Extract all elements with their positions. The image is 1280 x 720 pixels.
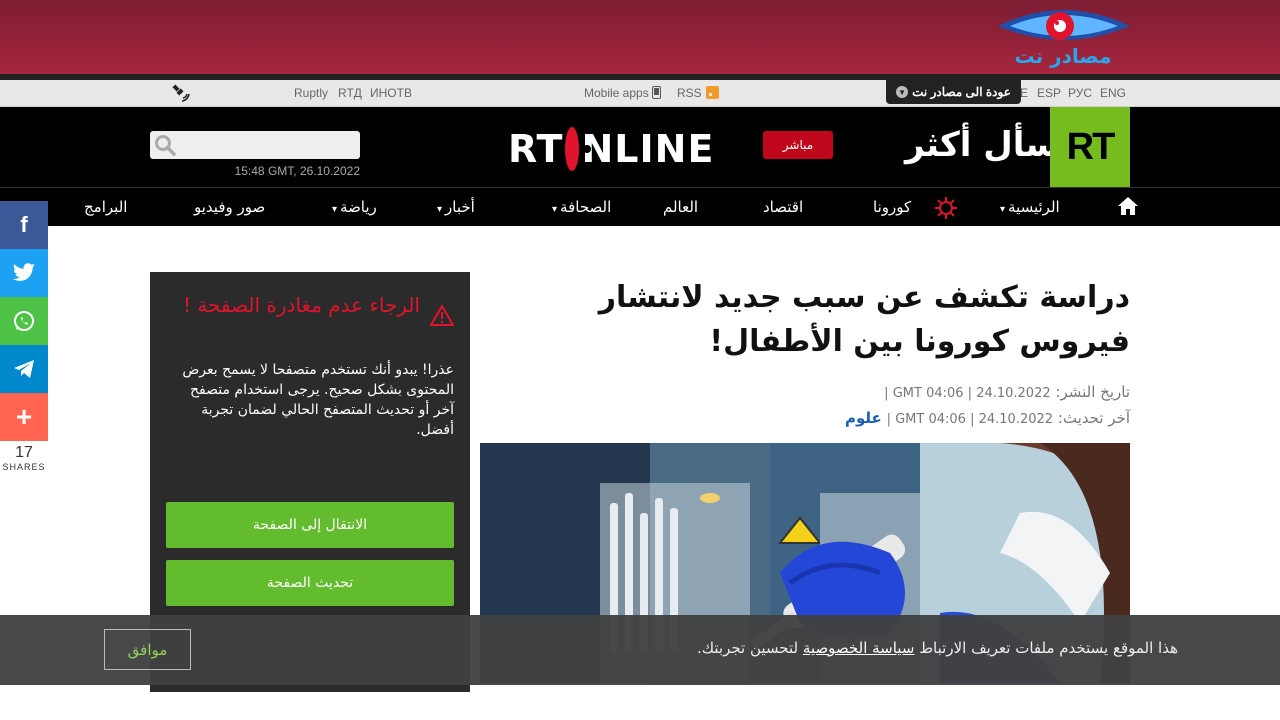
- lang-rus[interactable]: РУС: [1068, 86, 1092, 100]
- slogan: اسأل أكثر: [905, 125, 1071, 165]
- nav-item-more-news[interactable]: أخبار: [437, 198, 475, 216]
- utility-bar: ENG РУС ESP E ▼ عودة الى مصادر نت RSS Mo…: [0, 80, 1280, 107]
- home-icon[interactable]: [1116, 194, 1140, 218]
- whatsapp-icon: [14, 311, 34, 331]
- virus-icon: [935, 197, 957, 219]
- published-label: تاريخ النشر:: [1055, 383, 1130, 401]
- nav-item-sports[interactable]: رياضة: [332, 198, 377, 216]
- rt-online-left: RT: [508, 127, 564, 171]
- article-tag[interactable]: علوم: [845, 409, 882, 427]
- back-label: عودة الى مصادر نت: [912, 85, 1011, 99]
- published-value: 24.10.2022 | 04:06 GMT |: [884, 386, 1051, 401]
- telegram-share-button[interactable]: [0, 345, 48, 393]
- lang-esp[interactable]: ESP: [1037, 86, 1061, 100]
- mobile-apps-label: Mobile apps: [584, 86, 649, 100]
- logo-text: مصادر نت: [1014, 44, 1112, 68]
- warning-icon: [430, 304, 454, 326]
- nav-item-news[interactable]: الرئيسية: [1000, 198, 1060, 216]
- rt-online-logo[interactable]: RT NLINE: [508, 125, 713, 173]
- rt-logo[interactable]: RT: [1050, 107, 1130, 187]
- site-header: 15:48 GMT, 26.10.2022 RT NLINE مباشر اسأ…: [0, 107, 1280, 187]
- cookie-accept-button[interactable]: موافق: [104, 629, 191, 670]
- updated-value: 24.10.2022 | 04:06 GMT |: [886, 412, 1054, 427]
- plus-icon: +: [15, 401, 33, 432]
- refresh-page-button[interactable]: تحديث الصفحة: [166, 560, 454, 606]
- go-to-page-button[interactable]: الانتقال إلى الصفحة: [166, 502, 454, 548]
- whatsapp-share-button[interactable]: [0, 297, 48, 345]
- satellite-icon[interactable]: [170, 83, 190, 103]
- twitter-icon: [12, 263, 35, 281]
- current-datetime: 15:48 GMT, 26.10.2022: [234, 164, 360, 178]
- nav-item-media[interactable]: صور وفيديو: [194, 198, 265, 216]
- telegram-icon: [14, 360, 34, 378]
- mobile-apps-link[interactable]: Mobile apps: [584, 86, 662, 100]
- o-ring-icon: [565, 127, 592, 171]
- back-to-source-button[interactable]: ▼ عودة الى مصادر نت: [886, 80, 1021, 104]
- nav-item-world[interactable]: العالم: [663, 198, 698, 216]
- nav-item-corona[interactable]: كورونا: [873, 198, 911, 216]
- rt-online-right: NLINE: [581, 127, 715, 171]
- lang-fr[interactable]: E: [1020, 86, 1028, 100]
- cookie-text-after: لتحسين تجربتك.: [696, 639, 799, 657]
- search-icon[interactable]: [154, 134, 176, 156]
- rss-label: RSS: [677, 86, 702, 100]
- rt-logo-text: RT: [1066, 125, 1116, 168]
- search-input[interactable]: [150, 131, 360, 159]
- inotv-link[interactable]: ИНОТВ: [370, 86, 412, 100]
- nav-item-programs[interactable]: البرامج: [84, 198, 127, 216]
- more-share-button[interactable]: +: [0, 393, 48, 441]
- article-title: دراسة تكشف عن سبب جديد لانتشار فيروس كور…: [598, 280, 1130, 359]
- nav-item-press[interactable]: الصحافة: [552, 198, 611, 216]
- share-sidebar: f + 17 SHARES: [0, 201, 48, 472]
- phone-icon: [652, 86, 662, 99]
- lang-eng[interactable]: ENG: [1100, 86, 1126, 100]
- chevron-down-icon: ▼: [896, 86, 909, 98]
- rss-link[interactable]: RSS: [677, 86, 719, 100]
- privacy-policy-link[interactable]: سياسة الخصوصية: [803, 639, 915, 657]
- facebook-share-button[interactable]: f: [0, 201, 48, 249]
- twitter-share-button[interactable]: [0, 249, 48, 297]
- nav-item-economy[interactable]: اقتصاد: [763, 198, 803, 216]
- warning-text: عذرا! يبدو أنك تستخدم متصفحا لا يسمح بعر…: [182, 362, 454, 438]
- facebook-icon: f: [20, 212, 28, 237]
- warning-title: الرجاء عدم مغادرة الصفحة !: [182, 293, 420, 317]
- rtd-link[interactable]: RTД: [338, 86, 362, 100]
- cookie-consent-bar: هذا الموقع يستخدم ملفات تعريف الارتباط س…: [0, 615, 1280, 685]
- main-nav: الرئيسية كورونا اقتصاد العالم الصحافة أخ…: [0, 187, 1280, 226]
- share-count: 17: [15, 444, 33, 461]
- live-button[interactable]: مباشر: [763, 131, 833, 159]
- site-logo[interactable]: مصادر نت: [990, 4, 1136, 72]
- eye-logo-icon: [998, 10, 1130, 40]
- updated-meta: آخر تحديث: 24.10.2022 | 04:06 GMT | علوم: [480, 409, 1130, 427]
- share-label: SHARES: [2, 462, 46, 472]
- cookie-text: هذا الموقع يستخدم ملفات تعريف الارتباط س…: [210, 639, 1178, 657]
- cookie-text-before: هذا الموقع يستخدم ملفات تعريف الارتباط: [919, 639, 1178, 657]
- top-banner: مصادر نت: [0, 0, 1280, 74]
- updated-label: آخر تحديث:: [1057, 409, 1130, 427]
- rss-icon: [705, 86, 719, 99]
- published-meta: تاريخ النشر: 24.10.2022 | 04:06 GMT |: [480, 383, 1130, 401]
- ruptly-link[interactable]: Ruptly: [294, 86, 328, 100]
